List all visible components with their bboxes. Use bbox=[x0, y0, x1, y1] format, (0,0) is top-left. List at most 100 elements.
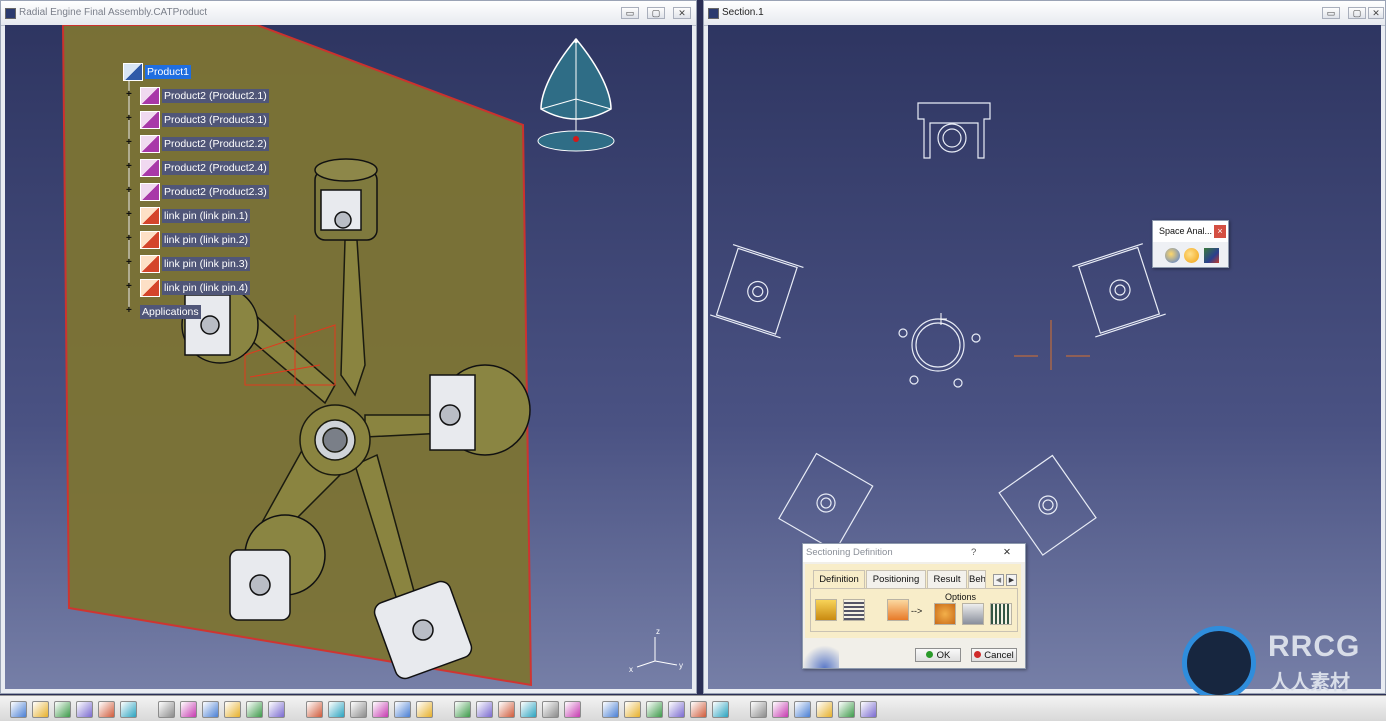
help-button[interactable]: ? bbox=[971, 544, 976, 562]
save-icon[interactable] bbox=[54, 701, 71, 718]
restore-button[interactable]: ▢ bbox=[647, 7, 665, 19]
minimize-button[interactable]: ▭ bbox=[1322, 7, 1340, 19]
section-type-icon[interactable] bbox=[815, 599, 837, 621]
close-button[interactable]: ✕ bbox=[1003, 544, 1011, 562]
arrow-text: --> bbox=[911, 606, 923, 616]
paste-icon[interactable] bbox=[158, 701, 175, 718]
publish-icon[interactable] bbox=[838, 701, 855, 718]
watermark-brand: RRCG bbox=[1268, 630, 1361, 663]
hide-show-icon[interactable] bbox=[520, 701, 537, 718]
bottom-toolbar bbox=[0, 695, 1386, 721]
grid-icon[interactable] bbox=[860, 701, 877, 718]
expand-icon[interactable]: + bbox=[126, 258, 134, 268]
3d-scene[interactable] bbox=[5, 25, 692, 689]
copy-icon[interactable] bbox=[120, 701, 137, 718]
sectioning-definition-dialog[interactable]: Sectioning Definition ? ✕ Definition Pos… bbox=[802, 543, 1026, 669]
whats-this-icon[interactable] bbox=[224, 701, 241, 718]
close-button[interactable]: ✕ bbox=[673, 7, 691, 19]
print-icon[interactable] bbox=[76, 701, 93, 718]
material-icon[interactable] bbox=[772, 701, 789, 718]
compass-widget bbox=[537, 37, 615, 152]
cancel-button[interactable]: Cancel bbox=[971, 648, 1017, 662]
isometric-icon[interactable] bbox=[476, 701, 493, 718]
zoom-out-icon[interactable] bbox=[394, 701, 411, 718]
tab-positioning[interactable]: Positioning bbox=[866, 570, 926, 588]
expand-icon[interactable]: + bbox=[126, 186, 134, 196]
section-window-titlebar[interactable]: Section.1 ▭ ▢ ✕ bbox=[704, 1, 1385, 26]
formula-icon[interactable] bbox=[246, 701, 263, 718]
tree-node-label: Applications bbox=[140, 305, 201, 319]
manipulate-icon[interactable] bbox=[750, 701, 767, 718]
cancel-icon bbox=[974, 651, 982, 658]
close-button[interactable]: ✕ bbox=[1368, 7, 1384, 19]
catia-window-icon bbox=[708, 8, 719, 19]
restore-button[interactable]: ▢ bbox=[1348, 7, 1366, 19]
axis-triad bbox=[636, 637, 678, 668]
minimize-button[interactable]: ▭ bbox=[621, 7, 639, 19]
expand-icon[interactable]: + bbox=[126, 282, 134, 292]
snap-icon[interactable] bbox=[690, 701, 707, 718]
manipulate-option-icon[interactable] bbox=[934, 603, 956, 625]
open-icon[interactable] bbox=[32, 701, 49, 718]
swap-icon[interactable] bbox=[542, 701, 559, 718]
clash-icon[interactable] bbox=[624, 701, 641, 718]
axis-x-label: x bbox=[629, 665, 633, 674]
volume-cut-icon[interactable] bbox=[843, 599, 865, 621]
clash-icon[interactable] bbox=[1165, 248, 1180, 263]
normal-view-icon[interactable] bbox=[454, 701, 471, 718]
ok-button[interactable]: OK bbox=[915, 648, 961, 662]
section-export-icon[interactable] bbox=[887, 599, 909, 621]
part-icon bbox=[140, 255, 160, 273]
sectioning-icon[interactable] bbox=[1184, 248, 1199, 263]
catia-window-icon bbox=[5, 8, 16, 19]
expand-icon[interactable]: + bbox=[126, 210, 134, 220]
axis-y-label: y bbox=[679, 661, 683, 670]
space-analysis-toolbar[interactable]: Space Anal... × bbox=[1152, 220, 1229, 268]
redo-icon[interactable] bbox=[202, 701, 219, 718]
cut-icon[interactable] bbox=[98, 701, 115, 718]
assembly-window-titlebar[interactable]: Radial Engine Final Assembly.CATProduct … bbox=[1, 1, 696, 26]
section-bottom-right-piston bbox=[998, 454, 1097, 556]
measure-icon[interactable] bbox=[564, 701, 581, 718]
undo-icon[interactable] bbox=[180, 701, 197, 718]
expand-icon[interactable]: + bbox=[126, 162, 134, 172]
expand-icon[interactable]: + bbox=[126, 114, 134, 124]
render-style-icon[interactable] bbox=[498, 701, 515, 718]
distance-icon[interactable] bbox=[1204, 248, 1219, 263]
expand-icon[interactable]: + bbox=[126, 306, 134, 316]
new-icon[interactable] bbox=[10, 701, 27, 718]
constraint-icon[interactable] bbox=[646, 701, 663, 718]
expand-icon[interactable]: + bbox=[126, 138, 134, 148]
sectioning-icon[interactable] bbox=[602, 701, 619, 718]
assembly-window[interactable]: Radial Engine Final Assembly.CATProduct … bbox=[0, 0, 697, 694]
fit-all-icon[interactable] bbox=[416, 701, 433, 718]
tab-definition[interactable]: Definition bbox=[813, 570, 865, 588]
dialog-titlebar[interactable]: Sectioning Definition ? ✕ bbox=[803, 544, 1025, 562]
compass-icon[interactable] bbox=[794, 701, 811, 718]
subproduct-icon bbox=[140, 135, 160, 153]
watermark: RRCG 人人素材 bbox=[1180, 624, 1386, 700]
tree-node-label: Product2 (Product2.2) bbox=[162, 137, 269, 151]
tab-scroll-left-button[interactable]: ◀ bbox=[993, 574, 1004, 586]
tab-scroll-right-button[interactable]: ▶ bbox=[1006, 574, 1017, 586]
tab-behavior[interactable]: Beh bbox=[968, 570, 986, 588]
part-icon bbox=[140, 207, 160, 225]
move-icon[interactable] bbox=[668, 701, 685, 718]
catalog-icon[interactable] bbox=[306, 701, 323, 718]
fly-mode-icon[interactable] bbox=[350, 701, 367, 718]
product-icon bbox=[123, 63, 143, 81]
explode-icon[interactable] bbox=[712, 701, 729, 718]
subproduct-icon bbox=[140, 111, 160, 129]
close-button[interactable]: × bbox=[1214, 225, 1226, 238]
comment-icon[interactable] bbox=[268, 701, 285, 718]
grid-option-icon[interactable] bbox=[990, 603, 1012, 625]
expand-icon[interactable]: + bbox=[126, 234, 134, 244]
tab-result[interactable]: Result bbox=[927, 570, 967, 588]
zoom-in-icon[interactable] bbox=[372, 701, 389, 718]
expand-icon[interactable]: + bbox=[126, 90, 134, 100]
3d-viewport[interactable]: z x y Product1 + Product2 (Product2.1) + Pro… bbox=[5, 25, 692, 689]
clipping-option-icon[interactable] bbox=[962, 603, 984, 625]
tree-node-label: Product2 (Product2.4) bbox=[162, 161, 269, 175]
analysis-icon[interactable] bbox=[816, 701, 833, 718]
tree-icon[interactable] bbox=[328, 701, 345, 718]
